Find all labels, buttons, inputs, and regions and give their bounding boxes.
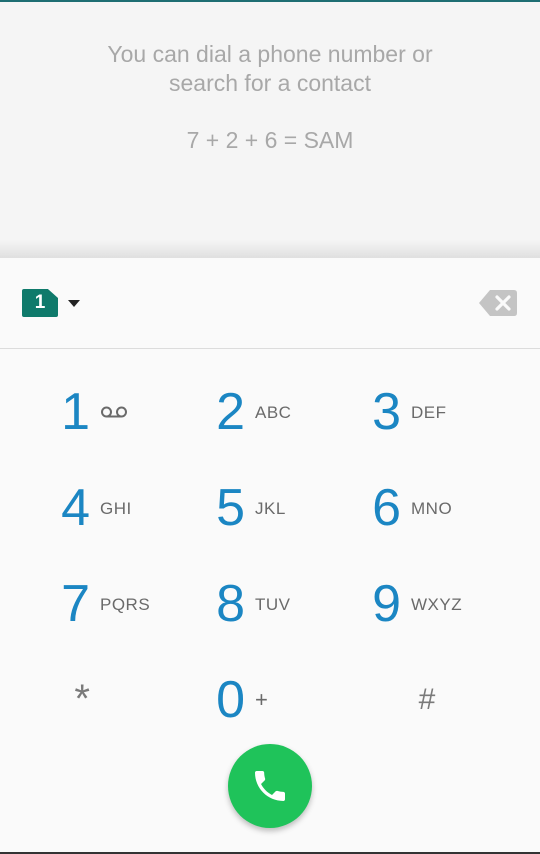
key-4[interactable]: 4 GHI: [20, 472, 170, 558]
chevron-down-icon: [68, 299, 80, 307]
sim-selector[interactable]: 1: [22, 288, 92, 318]
key-letters: MNO: [411, 499, 453, 518]
key-digit: 6: [372, 479, 401, 537]
key-6[interactable]: 6 MNO: [331, 472, 481, 558]
key-digit: 9: [372, 575, 401, 633]
key-letters: TUV: [255, 595, 291, 614]
key-5[interactable]: 5 JKL: [175, 472, 325, 558]
key-letters: ABC: [255, 403, 292, 422]
key-hash[interactable]: #: [385, 664, 535, 750]
key-0[interactable]: 0 +: [175, 664, 325, 750]
dial-hint-example: 7 + 2 + 6 = SAM: [186, 127, 354, 153]
voicemail-icon: [101, 406, 127, 418]
dialpad: 1 1 2 ABC 3 DEF 4 GHI 5 JKL 6 MNO 7 PQRS…: [0, 258, 540, 854]
key-digit: 7: [61, 575, 90, 633]
key-letters: WXYZ: [411, 595, 463, 614]
backspace-icon: [479, 290, 517, 316]
key-letters: GHI: [100, 499, 132, 518]
key-letters: JKL: [255, 499, 286, 518]
number-entry-row[interactable]: 1: [0, 258, 540, 348]
key-9[interactable]: 9 WXYZ: [331, 568, 481, 654]
dialer-screen: You can dial a phone number or search fo…: [0, 0, 540, 854]
sim-card-icon: 1: [22, 289, 58, 317]
key-digit: 0: [216, 671, 245, 729]
key-letters: DEF: [411, 403, 447, 422]
key-digit: *: [74, 677, 90, 721]
key-7[interactable]: 7 PQRS: [20, 568, 170, 654]
key-2[interactable]: 2 ABC: [175, 376, 325, 462]
key-letters: +: [255, 687, 268, 712]
dial-hint-message: You can dial a phone number or search fo…: [107, 41, 433, 96]
search-hint-area: You can dial a phone number or search fo…: [0, 2, 540, 245]
key-digit: 8: [216, 575, 245, 633]
key-digit: 5: [216, 479, 245, 537]
phone-icon: [255, 771, 285, 801]
key-8[interactable]: 8 TUV: [175, 568, 325, 654]
divider: [0, 348, 540, 349]
key-digit: 4: [61, 479, 90, 537]
dialpad-shadow: [0, 240, 540, 260]
key-digit: 1: [61, 383, 90, 441]
key-digit: 3: [372, 383, 401, 441]
call-button[interactable]: [228, 744, 312, 828]
key-digit: #: [418, 683, 436, 716]
key-digit: 2: [216, 383, 245, 441]
key-star[interactable]: *: [20, 664, 170, 750]
key-3[interactable]: 3 DEF: [331, 376, 481, 462]
key-1[interactable]: 1: [20, 376, 170, 462]
backspace-button[interactable]: [479, 290, 517, 316]
key-letters: PQRS: [100, 595, 151, 614]
